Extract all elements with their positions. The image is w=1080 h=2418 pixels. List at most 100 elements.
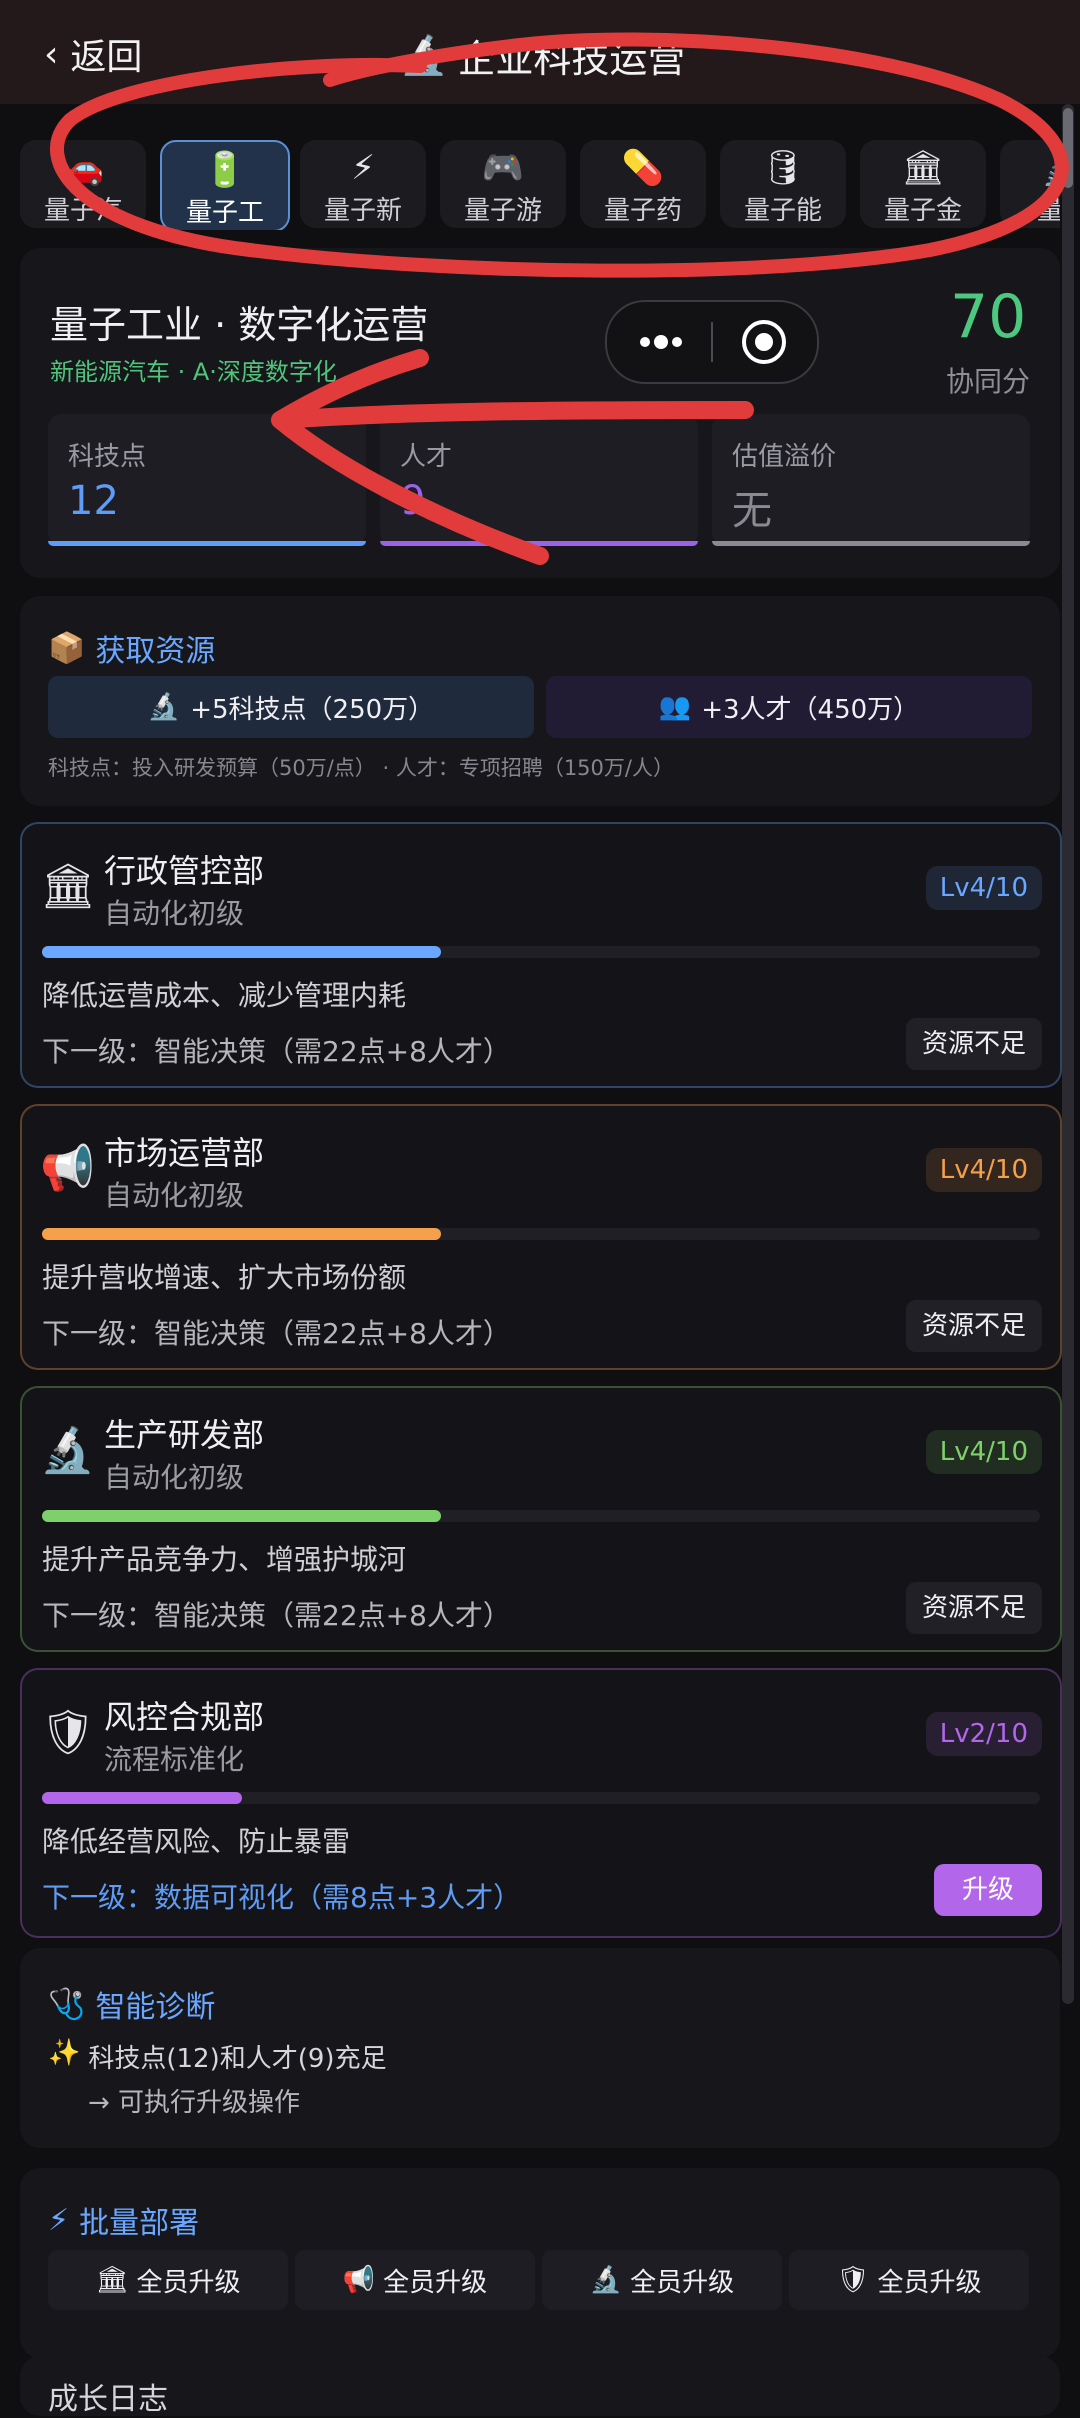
back-button[interactable]: ‹ 返回 [44,28,142,80]
megaphone-icon: 📢 [342,2265,376,2295]
insufficient-resources-button[interactable]: 资源不足 [905,1018,1042,1070]
tab-7[interactable]: 🔬 量子 [1000,140,1060,228]
microscope-icon: 🔬 [589,2265,623,2295]
batch-upgrade-button[interactable]: 📢 全员升级 [295,2250,535,2310]
add-talent-button[interactable]: 👥 +3人才（450万） [546,676,1032,738]
people-icon: 👥 [658,692,692,722]
synergy-score: 70 [950,282,1027,352]
level-progress [42,1792,1040,1804]
tab-label: 量子新 [323,196,402,226]
batch-upgrade-button[interactable]: 🏛 全员升级 [48,2250,288,2310]
department-stage: 自动化初级 [104,1179,245,1212]
company-subtitle: 新能源汽车 · A·深度数字化 [50,358,337,386]
page-title-text: 企业科技运营 [457,37,686,81]
stat-valuation-premium: 估值溢价 无 [712,414,1030,546]
upgrade-button[interactable]: 升级 [933,1864,1042,1916]
scrollbar[interactable] [1062,104,1074,2004]
lightning-icon: ⚡ [48,2202,70,2238]
more-dots-icon[interactable] [640,335,682,349]
level-badge: Lv4/10 [925,1148,1042,1192]
back-label: 返回 [70,37,143,78]
department-stage: 自动化初级 [104,897,245,930]
stat-tech-points: 科技点 12 [48,414,366,546]
level-progress [42,946,1040,958]
sparkles-icon: ✨ [48,2038,81,2068]
diagnosis-action: → 可执行升级操作 [88,2088,301,2118]
level-progress [42,1228,1040,1240]
stethoscope-icon: 🩺 [48,1986,86,2022]
tab-2[interactable]: ⚡ 量子新 [300,140,426,228]
company-title: 量子工业 · 数字化运营 [50,303,429,347]
tab-label: 量子能 [743,196,822,226]
diagnosis-heading: 🩺 智能诊断 [48,1986,216,2026]
synergy-score-label: 协同分 [946,365,1031,398]
tab-label: 量子金 [883,196,962,226]
department-description: 降低经营风险、防止暴雷 [42,1825,351,1858]
department-name: 风控合规部 [104,1698,265,1736]
mini-program-capsule[interactable] [605,300,819,384]
growth-log-card: 成长日志 [20,2356,1060,2417]
tab-label: 量子游 [463,196,542,226]
pill-icon: 💊 [621,148,665,188]
tab-5[interactable]: 🛢 量子能 [720,140,846,228]
bank-icon: 🏛 [40,861,96,912]
resources-heading: 📦 获取资源 [48,630,216,670]
department-description: 提升产品竞争力、增强护城河 [42,1543,407,1576]
company-tab-bar: 🚗 量子汽 🔋 量子工 ⚡ 量子新 🎮 量子游 💊 量子药 🛢 量子能 🏛 量子金 🔬 量子 [0,130,1060,230]
next-level-requirement: 下一级：智能决策（需22点+8人才） [42,1599,511,1632]
department-card: 🔬 生产研发部自动化初级 Lv4/10 提升产品竞争力、增强护城河下一级：智能决策（需… [20,1386,1062,1652]
department-name: 市场运营部 [104,1134,265,1172]
bank-icon: 🏛 [95,2265,129,2295]
bank-icon: 🏛 [901,148,945,188]
department-stage: 流程标准化 [104,1743,245,1776]
microscope-icon: 🔬 [40,1425,95,1476]
shield-icon: 🛡 [40,1707,96,1758]
batch-heading: ⚡ 批量部署 [48,2202,200,2242]
level-badge: Lv2/10 [925,1712,1042,1756]
package-icon: 📦 [48,630,86,666]
tab-0[interactable]: 🚗 量子汽 [20,140,146,228]
growth-log-title: 成长日志 [48,2382,168,2417]
microscope-icon: 🔬 [400,33,448,77]
department-card: 🏛 行政管控部 自动化初级 Lv4/10 降低运营成本、减少管理内耗 下一级：智能决策（需… [20,822,1062,1088]
tab-label: 量子工 [185,198,264,228]
resources-note: 科技点：投入研发预算（50万/点） · 人才：专项招聘（150万/人） [48,756,674,780]
department-name: 行政管控部 [104,852,265,890]
level-badge: Lv4/10 [925,1430,1042,1474]
insufficient-resources-button[interactable]: 资源不足 [905,1300,1042,1352]
tab-label: 量子汽 [43,196,122,226]
tab-4[interactable]: 💊 量子药 [580,140,706,228]
next-level-requirement: 下一级：数据可视化（需8点+3人才） [42,1881,522,1914]
department-card: 📢 市场运营部自动化初级 Lv4/10 提升营收增速、扩大市场份额下一级：智能决策（需… [20,1104,1062,1370]
level-badge: Lv4/10 [925,866,1042,910]
gamepad-icon: 🎮 [481,148,525,188]
department-card: 🛡 风控合规部流程标准化 Lv2/10 降低经营风险、防止暴雷下一级：数据可视化（需8… [20,1668,1062,1938]
shield-icon: 🛡 [836,2265,870,2295]
level-progress [42,1510,1040,1522]
tab-6[interactable]: 🏛 量子金 [860,140,986,228]
batch-upgrade-button[interactable]: 🔬 全员升级 [542,2250,782,2310]
next-level-requirement: 下一级：智能决策（需22点+8人才） [42,1317,511,1350]
microscope-icon: 🔬 [147,692,181,722]
stat-talent: 人才 9 [380,414,698,546]
close-target-icon[interactable] [742,320,786,364]
page-title: 🔬 企业科技运营 [400,28,685,83]
chevron-left-icon: ‹ [44,33,59,75]
tab-label: 量子 [1036,196,1060,226]
tab-3[interactable]: 🎮 量子游 [440,140,566,228]
add-tech-points-button[interactable]: 🔬 +5科技点（250万） [48,676,534,738]
insufficient-resources-button[interactable]: 资源不足 [905,1582,1042,1634]
department-description: 降低运营成本、减少管理内耗 [42,979,407,1012]
battery-icon: 🔋 [203,150,247,190]
lightning-icon: ⚡ [351,148,375,188]
tab-label: 量子药 [603,196,682,226]
batch-upgrade-button[interactable]: 🛡 全员升级 [789,2250,1029,2310]
megaphone-icon: 📢 [40,1143,95,1194]
department-name: 生产研发部 [104,1416,265,1454]
tab-1[interactable]: 🔋 量子工 [160,140,290,230]
department-stage: 自动化初级 [104,1461,245,1494]
car-icon: 🚗 [61,148,105,188]
barrel-icon: 🛢 [761,148,805,188]
department-description: 提升营收增速、扩大市场份额 [42,1261,407,1294]
scrollbar-thumb[interactable] [1063,108,1073,188]
